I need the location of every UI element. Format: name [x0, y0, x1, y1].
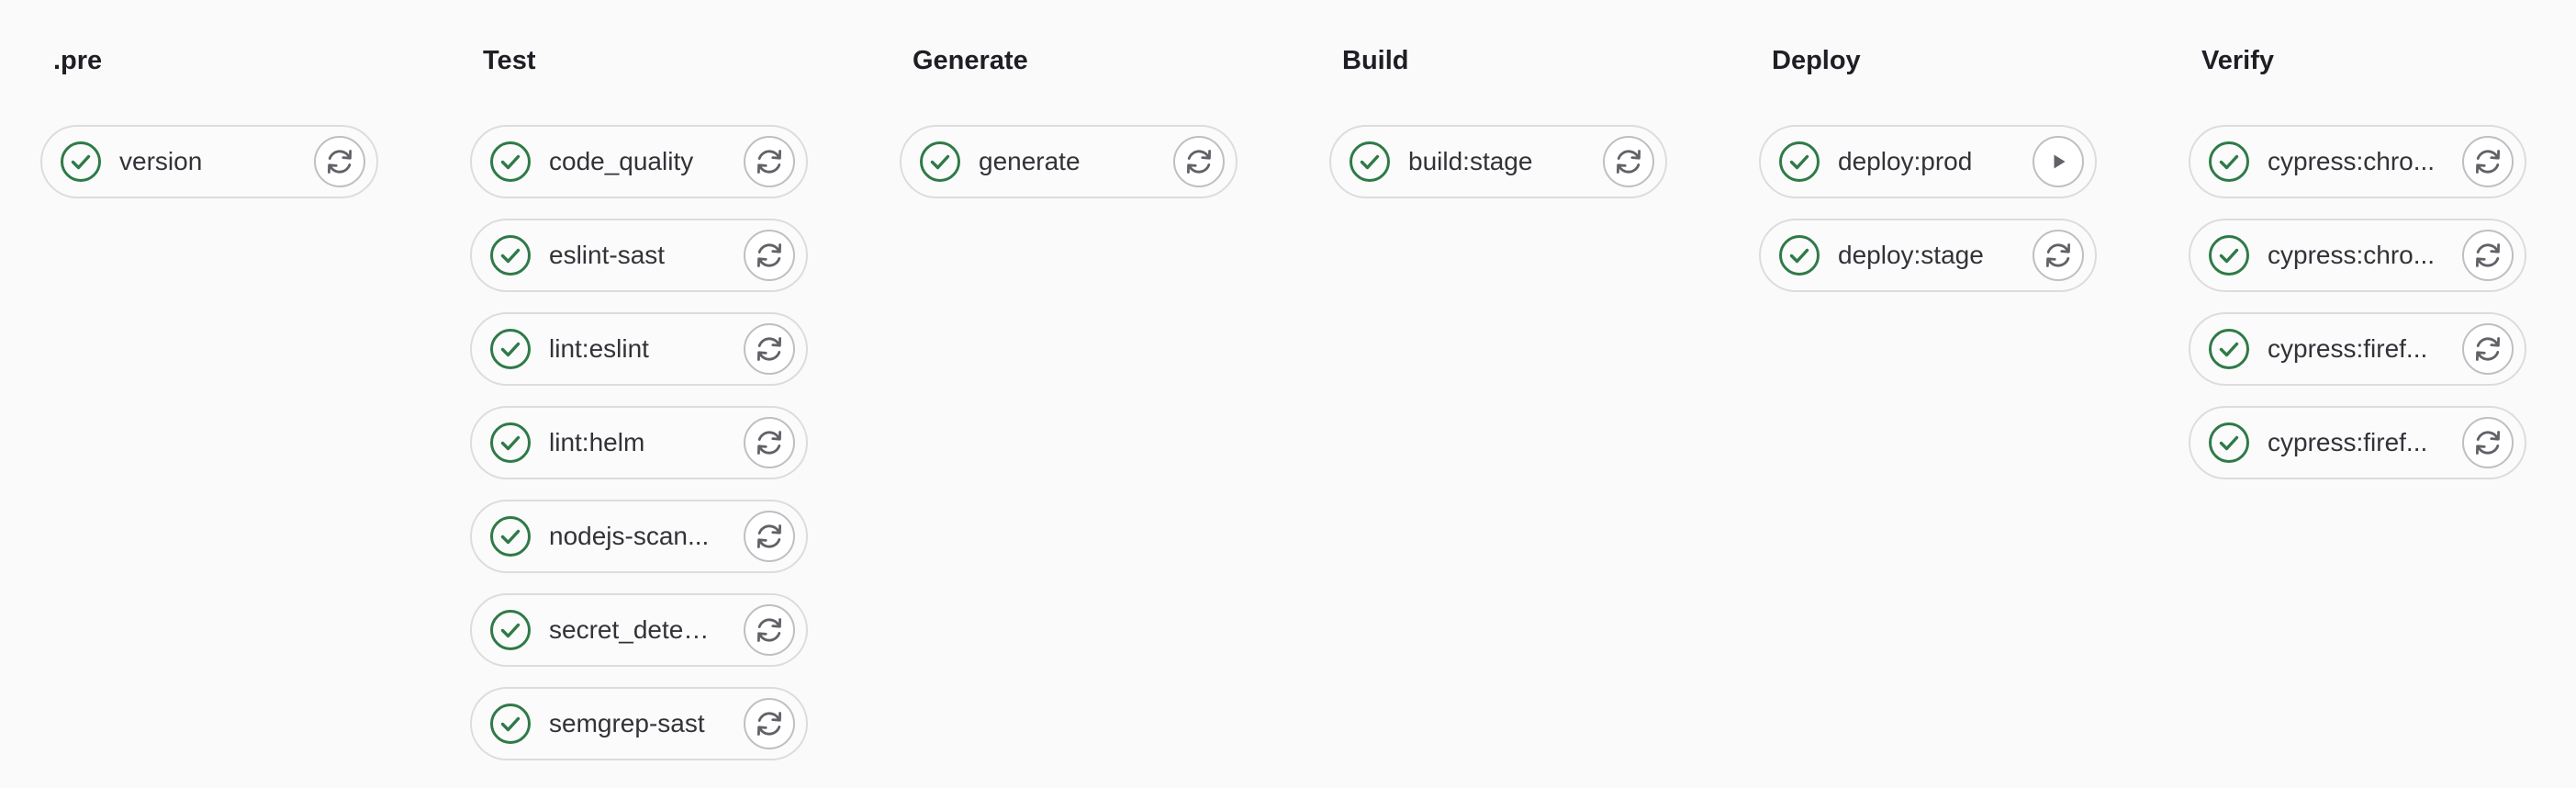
job-pill[interactable]: generate — [900, 125, 1238, 198]
check-circle-icon — [489, 234, 532, 276]
check-circle-icon — [1778, 141, 1820, 183]
job-pill[interactable]: cypress:chro... — [2189, 125, 2526, 198]
play-button[interactable] — [2033, 136, 2084, 187]
job-pill[interactable]: deploy:stage — [1759, 219, 2097, 292]
check-circle-icon — [919, 141, 961, 183]
job-pill[interactable]: code_quality — [470, 125, 808, 198]
job-name: eslint-sast — [549, 241, 666, 269]
check-circle-icon — [2208, 422, 2250, 464]
job-pill[interactable]: semgrep-sast — [470, 687, 808, 760]
job-name: cypress:chro... — [2268, 241, 2436, 269]
check-circle-icon — [2208, 141, 2250, 183]
job-name: semgrep-sast — [549, 709, 705, 737]
job-name: deploy:prod — [1838, 147, 1973, 175]
retry-button[interactable] — [2462, 323, 2514, 375]
job-name: lint:helm — [549, 428, 645, 456]
pipeline-graph: .pre version Test code_quality eslint-sa… — [0, 0, 2576, 788]
check-circle-icon — [1349, 141, 1391, 183]
retry-button[interactable] — [744, 511, 795, 562]
job-pill[interactable]: cypress:chro... — [2189, 219, 2526, 292]
retry-button[interactable] — [744, 604, 795, 656]
job-pill[interactable]: cypress:firef... — [2189, 312, 2526, 386]
job-name: version — [119, 147, 203, 175]
job-name: code_quality — [549, 147, 694, 175]
job-pill[interactable]: nodejs-scan... — [470, 500, 808, 573]
retry-button[interactable] — [2033, 230, 2084, 281]
job-name: cypress:firef... — [2268, 334, 2428, 363]
check-circle-icon — [489, 422, 532, 464]
job-pill[interactable]: deploy:prod — [1759, 125, 2097, 198]
check-circle-icon — [489, 141, 532, 183]
stage-title: .pre — [53, 46, 103, 75]
retry-button[interactable] — [744, 230, 795, 281]
check-circle-icon — [489, 609, 532, 651]
retry-button[interactable] — [1173, 136, 1225, 187]
retry-button[interactable] — [744, 136, 795, 187]
check-circle-icon — [1778, 234, 1820, 276]
retry-button[interactable] — [744, 698, 795, 749]
job-name: generate — [979, 147, 1081, 175]
stage-title: Test — [483, 46, 536, 75]
job-name: build:stage — [1408, 147, 1533, 175]
retry-button[interactable] — [2462, 417, 2514, 468]
job-name: secret_detecti... — [549, 615, 718, 644]
job-pill[interactable]: build:stage — [1329, 125, 1667, 198]
retry-button[interactable] — [2462, 136, 2514, 187]
retry-button[interactable] — [1603, 136, 1654, 187]
retry-button[interactable] — [744, 323, 795, 375]
job-name: deploy:stage — [1838, 241, 1984, 269]
job-pill[interactable]: lint:helm — [470, 406, 808, 479]
job-pill[interactable]: lint:eslint — [470, 312, 808, 386]
job-pill[interactable]: cypress:firef... — [2189, 406, 2526, 479]
retry-button[interactable] — [744, 417, 795, 468]
job-pill[interactable]: version — [40, 125, 378, 198]
retry-button[interactable] — [314, 136, 365, 187]
check-circle-icon — [489, 515, 532, 557]
check-circle-icon — [2208, 328, 2250, 370]
job-pill[interactable]: eslint-sast — [470, 219, 808, 292]
stage-title: Verify — [2201, 46, 2274, 75]
job-pill[interactable]: secret_detecti... — [470, 593, 808, 667]
job-name: cypress:chro... — [2268, 147, 2436, 175]
job-name: lint:eslint — [549, 334, 649, 363]
stage-title: Build — [1342, 46, 1409, 75]
check-circle-icon — [489, 703, 532, 745]
check-circle-icon — [60, 141, 102, 183]
stage-title: Deploy — [1772, 46, 1861, 75]
job-name: nodejs-scan... — [549, 522, 710, 550]
check-circle-icon — [489, 328, 532, 370]
check-circle-icon — [2208, 234, 2250, 276]
stage-title: Generate — [913, 46, 1028, 75]
retry-button[interactable] — [2462, 230, 2514, 281]
job-name: cypress:firef... — [2268, 428, 2428, 456]
